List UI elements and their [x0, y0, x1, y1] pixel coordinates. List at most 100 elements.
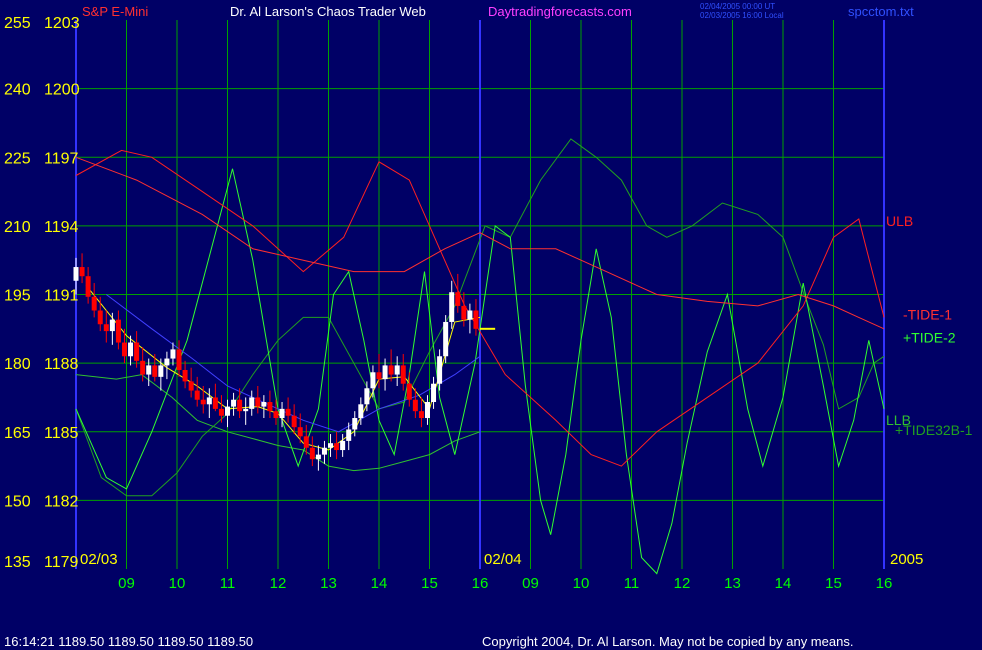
- price-axis-tick-label: 1185: [44, 425, 79, 442]
- price-bar-body: [328, 443, 334, 448]
- price-bar-body: [237, 399, 243, 412]
- ma-fast-line: [85, 284, 481, 451]
- price-axis-tick-label: 1203: [44, 15, 80, 32]
- price-bar-body: [121, 342, 127, 357]
- price-bar-body: [128, 342, 134, 357]
- price-bar-body: [218, 408, 224, 416]
- series-label-tide32b: +TIDE32B-1: [895, 422, 973, 438]
- x-tick-label: 09: [118, 575, 135, 592]
- title-author: Dr. Al Larson's Chaos Trader Web: [230, 4, 426, 19]
- price-axis-tick-label: 1179: [44, 554, 79, 571]
- date-label: 02/03: [80, 551, 118, 568]
- price-bar-body: [85, 276, 91, 297]
- price-bar-body: [382, 365, 388, 380]
- left-axis-tick-label: 225: [4, 150, 31, 167]
- price-bar-body: [334, 443, 340, 451]
- price-bar-body: [291, 415, 297, 428]
- price-bar-body: [297, 427, 303, 437]
- price-axis-tick-label: 1194: [44, 219, 79, 236]
- x-tick-label: 13: [320, 575, 337, 592]
- price-bar-body: [358, 404, 364, 419]
- x-tick-label: 11: [220, 575, 236, 592]
- x-tick-label: 09: [522, 575, 539, 592]
- price-bar-body: [182, 369, 188, 382]
- year-label: 2005: [890, 551, 923, 568]
- price-bar-body: [91, 296, 97, 311]
- title-instrument: S&P E-Mini: [82, 4, 148, 19]
- price-bar-body: [267, 402, 273, 412]
- left-axis-tick-label: 255: [4, 15, 31, 32]
- x-tick-label: 12: [270, 575, 287, 592]
- price-bar-body: [255, 397, 261, 407]
- price-bar-body: [346, 429, 352, 441]
- price-bar-body: [364, 388, 370, 405]
- price-bar-body: [321, 447, 327, 455]
- price-bar-body: [315, 454, 321, 460]
- price-bar-body: [188, 381, 194, 391]
- title-site: Daytradingforecasts.com: [488, 4, 632, 19]
- price-bar-body: [249, 397, 255, 409]
- price-bar-body: [303, 436, 309, 448]
- price-bar-body: [140, 360, 146, 375]
- price-bar-body: [134, 342, 140, 361]
- price-bar-body: [79, 267, 85, 277]
- x-tick-label: 11: [624, 575, 640, 592]
- price-bar-body: [455, 292, 461, 306]
- price-axis-tick-label: 1200: [44, 82, 80, 99]
- price-axis-tick-label: 1191: [44, 288, 79, 305]
- price-bar-body: [206, 397, 212, 405]
- price-bar-body: [225, 406, 230, 416]
- price-bar-body: [400, 365, 406, 384]
- price-bar-body: [200, 399, 206, 405]
- x-tick-label: 13: [724, 575, 741, 592]
- price-axis-tick-label: 1188: [44, 356, 79, 373]
- price-chart: 255 1203 240 1200 225 1197 210 1194 195 1191 180 11…: [4, 2, 973, 649]
- price-bar-body: [115, 319, 121, 343]
- price-bar-body: [424, 402, 430, 419]
- price-bar-body: [443, 321, 449, 357]
- price-bar-body: [164, 358, 170, 366]
- price-bar-body: [194, 390, 200, 400]
- price-bar-body: [394, 365, 400, 375]
- price-bars: [73, 253, 479, 471]
- series-label-ulb: ULB: [886, 213, 913, 229]
- price-bar-body: [418, 411, 424, 419]
- price-bar-body: [388, 365, 394, 375]
- price-bar-body: [158, 365, 164, 377]
- left-axis-tick-label: 180: [4, 356, 31, 373]
- footer-copyright: Copyright 2004, Dr. Al Larson. May not b…: [482, 634, 853, 649]
- x-tick-label: 12: [674, 575, 691, 592]
- left-axis-tick-label: 240: [4, 82, 31, 99]
- left-axis-tick-label: 135: [4, 554, 31, 571]
- price-bar-body: [103, 324, 109, 332]
- price-bar-body: [97, 310, 103, 325]
- price-bar-body: [273, 411, 279, 419]
- left-axis-tick-label: 210: [4, 219, 31, 236]
- x-tick-label: 10: [169, 575, 186, 592]
- date-label: 02/04: [484, 551, 522, 568]
- series-label-tide2: +TIDE-2: [903, 330, 956, 346]
- time-ut: 02/04/2005 00:00 UT: [700, 2, 775, 11]
- price-bar-body: [152, 365, 158, 377]
- price-bar-body: [431, 383, 437, 403]
- x-tick-label: 10: [573, 575, 590, 592]
- x-tick-label: 15: [825, 575, 842, 592]
- price-bar-body: [73, 267, 79, 281]
- price-bar-body: [243, 408, 249, 412]
- footer-status: 16:14:21 1189.50 1189.50 1189.50 1189.50: [4, 634, 253, 649]
- price-bar-body: [146, 365, 152, 375]
- price-bar-body: [412, 399, 418, 412]
- price-bar-body: [170, 349, 176, 359]
- price-bar-body: [461, 305, 467, 320]
- price-bar-body: [437, 356, 443, 384]
- price-bar-body: [109, 319, 115, 332]
- price-bar-body: [467, 310, 473, 320]
- price-bar-body: [340, 440, 346, 451]
- x-tick-label: 15: [421, 575, 438, 592]
- price-bar-body: [261, 402, 267, 407]
- left-axis-tick-label: 150: [4, 493, 31, 510]
- price-bar-body: [406, 383, 412, 400]
- price-bar-body: [473, 310, 479, 329]
- price-bar-body: [376, 372, 382, 380]
- left-axis-tick-label: 165: [4, 425, 31, 442]
